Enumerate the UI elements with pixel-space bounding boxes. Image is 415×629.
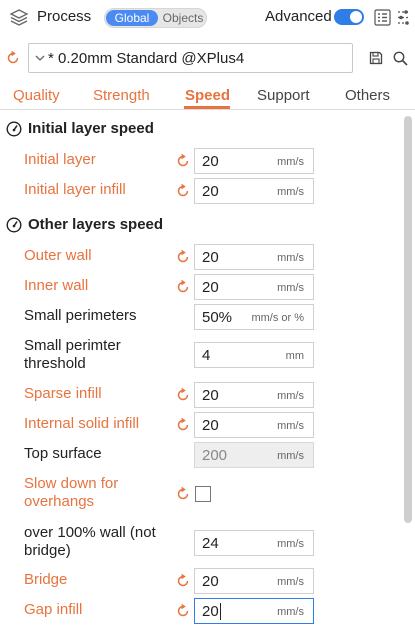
reset-value-icon[interactable]: [176, 574, 190, 588]
small-perimeter-threshold-field[interactable]: 4 mm: [194, 342, 314, 368]
field-value: 24: [202, 535, 219, 552]
reset-preset-icon[interactable]: [6, 51, 20, 65]
inner-wall-field[interactable]: 20 mm/s: [194, 274, 314, 300]
toggle-knob: [350, 11, 362, 23]
preset-name: * 0.20mm Standard @XPlus4: [48, 50, 245, 67]
field-unit: mm/s: [277, 252, 304, 264]
layers-icon: [9, 9, 29, 26]
top-surface-field: 200 mm/s: [194, 442, 314, 468]
field-unit: mm/s: [277, 538, 304, 550]
chevron-down-icon: [35, 55, 45, 61]
reset-value-icon[interactable]: [176, 154, 190, 168]
scrollbar[interactable]: [404, 116, 412, 523]
field-value: 20: [202, 417, 219, 434]
field-value: 20: [202, 387, 219, 404]
field-unit: mm/s: [277, 420, 304, 432]
field-value: 20: [202, 603, 219, 620]
label-slow-down-overhangs-line1: Slow down for: [24, 475, 119, 492]
field-value: 20: [202, 279, 219, 296]
tab-speed[interactable]: Speed: [185, 87, 230, 104]
field-unit: mm/s: [277, 186, 304, 198]
field-unit: mm/s: [277, 576, 304, 588]
label-top-surface: Top surface: [24, 445, 102, 462]
panel-title: Process: [37, 8, 92, 25]
field-value: 50%: [202, 309, 233, 326]
label-bridge: Bridge: [24, 571, 68, 588]
reset-value-icon[interactable]: [176, 487, 190, 501]
sparse-infill-field[interactable]: 20 mm/s: [194, 382, 314, 408]
advanced-toggle[interactable]: [334, 9, 364, 25]
process-header: Process Global Objects Advanced: [0, 0, 415, 36]
gap-infill-field[interactable]: 20 mm/s: [194, 598, 314, 624]
field-value: 20: [202, 183, 219, 200]
preset-dropdown[interactable]: * 0.20mm Standard @XPlus4: [28, 43, 353, 73]
field-unit: mm: [285, 350, 304, 362]
label-inner-wall: Inner wall: [24, 277, 89, 294]
reset-value-icon[interactable]: [176, 250, 190, 264]
text-caret: [220, 603, 221, 620]
field-value: 4: [202, 347, 211, 364]
active-tab-indicator: [184, 106, 230, 109]
reset-value-icon[interactable]: [176, 280, 190, 294]
reset-value-icon[interactable]: [176, 388, 190, 402]
label-slow-down-overhangs-line2: overhangs: [24, 493, 95, 510]
tab-others[interactable]: Others: [345, 87, 390, 104]
label-sparse-infill: Sparse infill: [24, 385, 102, 402]
field-value: 20: [202, 249, 219, 266]
field-unit: mm/s: [277, 450, 304, 462]
speedometer-icon: [6, 121, 22, 137]
section-title-other-layers-speed: Other layers speed: [28, 216, 164, 233]
field-unit: mm/s: [277, 390, 304, 402]
label-outer-wall: Outer wall: [24, 247, 92, 264]
speedometer-icon: [6, 217, 22, 233]
section-title-initial-layer-speed: Initial layer speed: [28, 120, 154, 137]
field-unit: mm/s: [277, 606, 304, 618]
outer-wall-field[interactable]: 20 mm/s: [194, 244, 314, 270]
compare-list-icon[interactable]: [374, 9, 391, 26]
label-over-100-wall-line1: over 100% wall (not: [24, 524, 156, 541]
reset-value-icon[interactable]: [176, 604, 190, 618]
save-icon[interactable]: [369, 51, 383, 65]
global-segment[interactable]: Global: [106, 10, 158, 26]
field-value: 20: [202, 573, 219, 590]
reset-value-icon[interactable]: [176, 184, 190, 198]
initial-layer-field[interactable]: 20 mm/s: [194, 148, 314, 174]
global-objects-switch[interactable]: Global Objects: [104, 8, 207, 28]
label-internal-solid-infill: Internal solid infill: [24, 415, 140, 432]
tab-quality[interactable]: Quality: [13, 87, 60, 104]
over-100-wall-field[interactable]: 24 mm/s: [194, 530, 314, 556]
field-unit: mm/s: [277, 156, 304, 168]
settings-tune-icon[interactable]: [396, 9, 412, 26]
label-initial-layer-infill: Initial layer infill: [24, 181, 126, 198]
objects-segment[interactable]: Objects: [159, 10, 207, 26]
tab-support[interactable]: Support: [257, 87, 310, 104]
field-value: 200: [202, 447, 228, 464]
bridge-field[interactable]: 20 mm/s: [194, 568, 314, 594]
settings-tabs: Quality Strength Speed Support Others: [0, 84, 415, 110]
internal-solid-infill-field[interactable]: 20 mm/s: [194, 412, 314, 438]
label-initial-layer: Initial layer: [24, 151, 96, 168]
field-unit: mm/s: [277, 282, 304, 294]
advanced-label: Advanced: [265, 8, 332, 25]
tab-strength[interactable]: Strength: [93, 87, 150, 104]
label-over-100-wall-line2: bridge): [24, 542, 71, 559]
label-small-perimeter-threshold-line2: threshold: [24, 355, 86, 372]
label-small-perimeters: Small perimeters: [24, 307, 137, 324]
label-small-perimeter-threshold-line1: Small perimter: [24, 337, 121, 354]
field-unit: mm/s or %: [251, 312, 304, 324]
reset-value-icon[interactable]: [176, 418, 190, 432]
field-value: 20: [202, 153, 219, 170]
initial-layer-infill-field[interactable]: 20 mm/s: [194, 178, 314, 204]
label-gap-infill: Gap infill: [24, 601, 83, 618]
slow-down-overhangs-checkbox[interactable]: [195, 486, 211, 502]
search-icon[interactable]: [393, 51, 408, 66]
small-perimeters-field[interactable]: 50% mm/s or %: [194, 304, 314, 330]
